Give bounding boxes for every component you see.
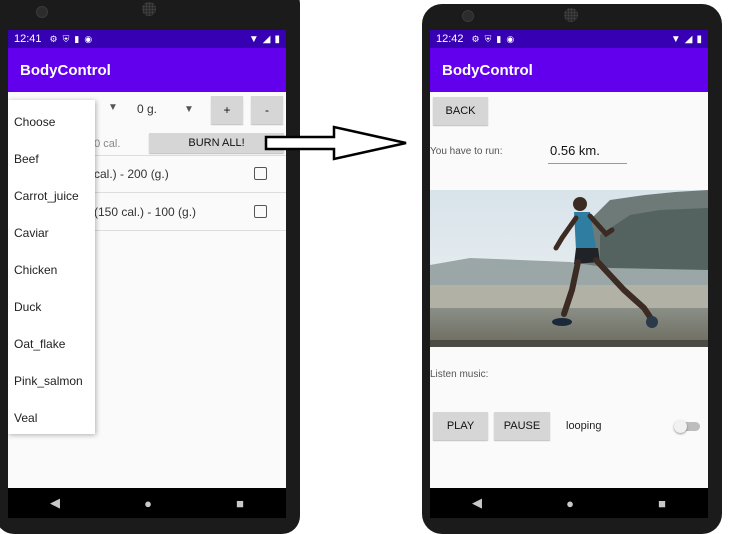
screen-food-list: 12:41 ⚙ ⛨ ▮ ◉ ▼ ◢ ▮ BodyControl ▼ 0 g. ▼… bbox=[8, 30, 286, 518]
speaker-grill bbox=[564, 8, 578, 22]
app-title: BodyControl bbox=[20, 62, 111, 79]
plus-button[interactable]: + bbox=[211, 96, 243, 124]
nav-home-icon[interactable]: ● bbox=[144, 496, 152, 511]
dropdown-option-caviar[interactable]: Caviar bbox=[8, 214, 95, 251]
nav-bar: ◀ ● ■ bbox=[8, 488, 286, 518]
back-button[interactable]: BACK bbox=[433, 97, 488, 125]
dropdown-option-carrot-juice[interactable]: Carrot_juice bbox=[8, 177, 95, 214]
shield-icon: ⛨ bbox=[62, 33, 70, 44]
run-distance-value: 0.56 km. bbox=[550, 143, 600, 158]
app-bar: BodyControl bbox=[430, 48, 708, 92]
screen-run: 12:42 ⚙ ⛨ ▮ ◉ ▼ ◢ ▮ BodyControl BACK You… bbox=[430, 30, 708, 518]
looping-switch-knob[interactable] bbox=[674, 420, 687, 433]
dropdown-option-oat-flake[interactable]: Oat_flake bbox=[8, 325, 95, 362]
weight-spinner-value[interactable]: 0 g. bbox=[137, 102, 157, 116]
list-item-1-checkbox[interactable] bbox=[254, 167, 267, 180]
dropdown-option-duck[interactable]: Duck bbox=[8, 288, 95, 325]
nav-bar: ◀ ● ■ bbox=[430, 488, 708, 518]
app-title: BodyControl bbox=[442, 62, 533, 79]
signal-icon: ◢ bbox=[684, 33, 693, 45]
nav-recents-icon[interactable]: ■ bbox=[658, 496, 666, 511]
nav-back-icon[interactable]: ◀ bbox=[50, 495, 60, 511]
battery-icon: ▮ bbox=[274, 33, 280, 45]
battery-icon: ▮ bbox=[696, 33, 702, 45]
minus-button[interactable]: - bbox=[251, 96, 283, 124]
wifi-icon: ▼ bbox=[248, 33, 259, 45]
shield-icon: ⛨ bbox=[484, 33, 492, 44]
sync-icon: ◉ bbox=[84, 33, 93, 44]
nav-back-icon[interactable]: ◀ bbox=[472, 495, 482, 511]
gear-icon: ⚙ bbox=[471, 33, 480, 44]
dropdown-option-choose[interactable]: Choose bbox=[8, 103, 95, 140]
run-distance-underline bbox=[548, 163, 627, 164]
sd-card-icon: ▮ bbox=[496, 33, 502, 44]
dropdown-option-veal[interactable]: Veal bbox=[8, 399, 95, 436]
run-label: You have to run: bbox=[430, 146, 503, 157]
list-item-2-checkbox[interactable] bbox=[254, 205, 267, 218]
list-item-2-text: (150 cal.) - 100 (g.) bbox=[94, 205, 197, 219]
looping-label: looping bbox=[566, 420, 602, 432]
speaker-grill bbox=[142, 2, 156, 16]
status-time: 12:42 bbox=[436, 33, 464, 45]
nav-home-icon[interactable]: ● bbox=[566, 496, 574, 511]
food-dropdown-menu: Choose Beef Carrot_juice Caviar Chicken Duck O… bbox=[8, 100, 95, 434]
runner-photo bbox=[430, 190, 708, 347]
nav-recents-icon[interactable]: ■ bbox=[236, 496, 244, 511]
pause-button[interactable]: PAUSE bbox=[494, 412, 550, 440]
app-bar: BodyControl bbox=[8, 48, 286, 92]
wifi-icon: ▼ bbox=[670, 33, 681, 45]
list-item-1-text: cal.) - 200 (g.) bbox=[94, 167, 169, 181]
gear-icon: ⚙ bbox=[49, 33, 58, 44]
sd-card-icon: ▮ bbox=[74, 33, 80, 44]
status-bar: 12:42 ⚙ ⛨ ▮ ◉ ▼ ◢ ▮ bbox=[430, 30, 708, 48]
dropdown-option-chicken[interactable]: Chicken bbox=[8, 251, 95, 288]
signal-icon: ◢ bbox=[262, 33, 271, 45]
music-label: Listen music: bbox=[430, 369, 489, 380]
play-button[interactable]: PLAY bbox=[433, 412, 488, 440]
dropdown-option-pink-salmon[interactable]: Pink_salmon bbox=[8, 362, 95, 399]
status-time: 12:41 bbox=[14, 33, 42, 45]
front-camera bbox=[462, 10, 474, 22]
right-arrow-icon bbox=[264, 125, 407, 161]
dropdown-arrow-icon[interactable]: ▼ bbox=[184, 104, 194, 115]
sync-icon: ◉ bbox=[506, 33, 515, 44]
front-camera bbox=[36, 6, 48, 18]
status-bar: 12:41 ⚙ ⛨ ▮ ◉ ▼ ◢ ▮ bbox=[8, 30, 286, 48]
dropdown-option-beef[interactable]: Beef bbox=[8, 140, 95, 177]
dropdown-arrow-icon[interactable]: ▼ bbox=[108, 102, 118, 113]
